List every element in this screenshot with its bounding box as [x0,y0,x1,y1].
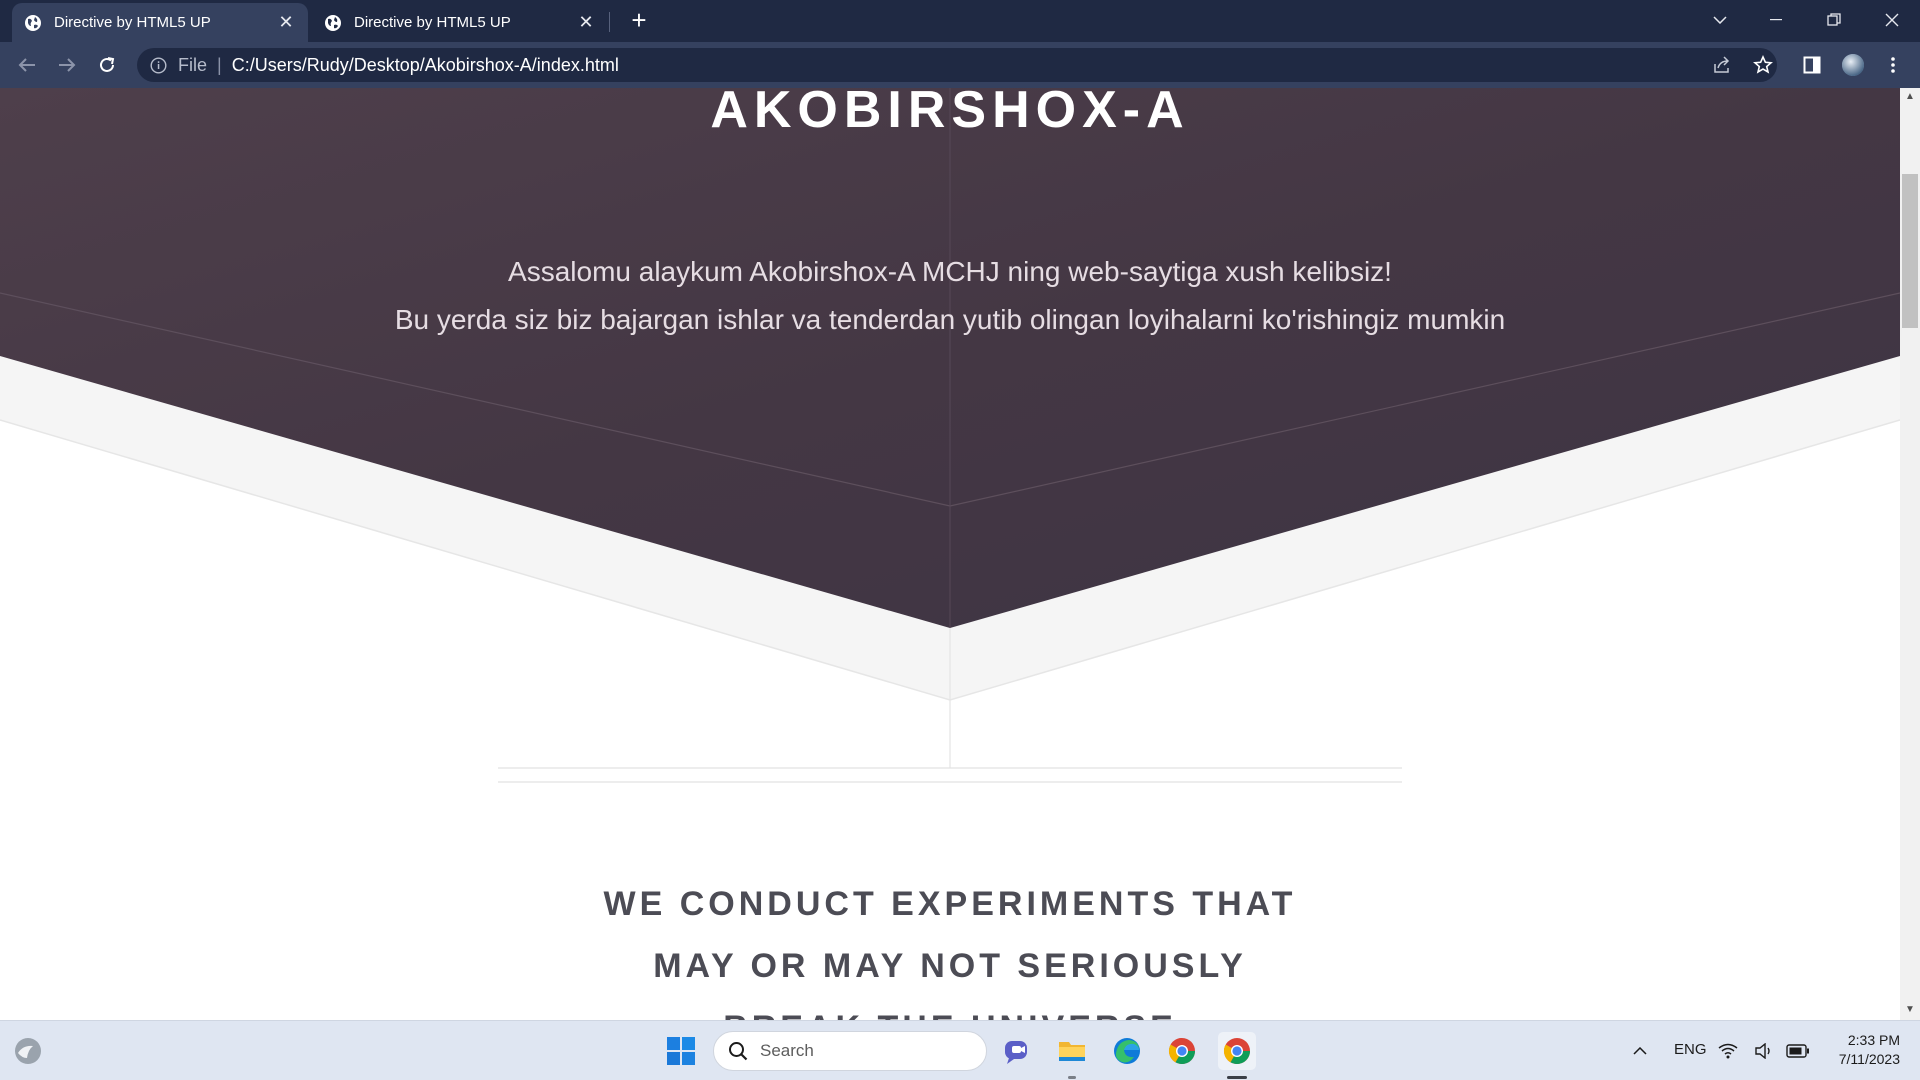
tab-title: Directive by HTML5 UP [354,14,511,31]
section-heading: WE CONDUCT EXPERIMENTS THAT MAY OR MAY N… [0,873,1900,1020]
info-icon[interactable] [150,56,167,74]
close-tab-icon[interactable]: ✕ [576,12,596,33]
close-window-button[interactable] [1864,0,1920,40]
more-menu-icon[interactable] [1878,50,1908,80]
bookmark-star-icon[interactable] [1748,50,1778,80]
scroll-down-arrow-icon[interactable]: ▼ [1905,1005,1915,1015]
page-viewport: AKOBIRSHOX-A Assalomu alaykum Akobirshox… [0,88,1900,1020]
url-separator: | [217,54,222,75]
globe-icon [25,14,41,31]
heading-line: MAY OR MAY NOT SERIOUSLY [653,947,1247,985]
system-clock[interactable]: 2:33 PM 7/11/2023 [1820,1031,1900,1069]
start-button[interactable] [662,1032,700,1070]
scheme-label: File [178,54,208,75]
subtitle-line: Assalomu alaykum Akobirshox-A MCHJ ning … [508,256,1392,287]
reload-button[interactable] [92,50,122,80]
active-indicator [1227,1076,1247,1079]
teams-chat-icon[interactable] [998,1032,1036,1070]
address-bar[interactable]: File | C:/Users/Rudy/Desktop/Akobirshox-… [137,48,1777,82]
profile-avatar-icon[interactable] [1838,50,1868,80]
site-title: AKOBIRSHOX-A [710,88,1190,139]
tab-strip: Directive by HTML5 UP ✕ Directive by HTM… [0,0,1920,42]
edge-icon[interactable] [1108,1032,1146,1070]
tab-search-chevron-icon[interactable] [1692,0,1748,40]
widgets-icon[interactable] [9,1032,47,1070]
file-explorer-icon[interactable] [1053,1032,1091,1070]
windows-taskbar: Search ENG 2:33 PM 7/11/2023 [0,1020,1920,1080]
taskbar-search[interactable]: Search [713,1031,987,1071]
side-panel-icon[interactable] [1797,50,1827,80]
back-button[interactable] [12,50,42,80]
minimize-button[interactable] [1748,0,1804,40]
heading-line: WE CONDUCT EXPERIMENTS THAT [603,885,1297,923]
clock-date: 7/11/2023 [1838,1051,1900,1067]
page-scrollbar[interactable]: ▲ ▼ [1900,88,1920,1020]
share-icon[interactable] [1707,50,1737,80]
subtitle-line: Bu yerda siz biz bajargan ishlar va tend… [394,304,1506,335]
new-tab-button[interactable]: + [624,6,654,36]
clock-time: 2:33 PM [1847,1032,1900,1048]
running-indicator [1068,1076,1076,1079]
search-placeholder: Search [760,1041,814,1060]
chevron-up-icon[interactable] [1621,1032,1659,1070]
tab-title: Directive by HTML5 UP [54,14,211,31]
search-icon [729,1042,748,1061]
scroll-thumb[interactable] [1902,174,1918,328]
tab-directive-1[interactable]: Directive by HTML5 UP ✕ [12,3,308,42]
heading-line: BREAK THE UNIVERSE [0,997,1900,1020]
tab-separator [609,12,610,32]
close-tab-icon[interactable]: ✕ [276,12,296,33]
site-subtitle: Assalomu alaykum Akobirshox-A MCHJ ning … [0,248,1900,344]
chrome-active-icon[interactable] [1218,1032,1256,1070]
scroll-up-arrow-icon[interactable]: ▲ [1905,92,1915,102]
browser-toolbar: File | C:/Users/Rudy/Desktop/Akobirshox-… [0,42,1920,88]
battery-icon[interactable] [1784,1032,1812,1070]
volume-icon[interactable] [1752,1032,1776,1070]
wifi-icon[interactable] [1716,1032,1740,1070]
globe-icon [325,14,341,31]
url-text[interactable]: C:/Users/Rudy/Desktop/Akobirshox-A/index… [232,55,619,76]
forward-button[interactable] [52,50,82,80]
chrome-icon[interactable] [1163,1032,1201,1070]
restore-button[interactable] [1806,0,1862,40]
tab-directive-2[interactable]: Directive by HTML5 UP ✕ [312,3,608,42]
language-indicator[interactable]: ENG [1674,1041,1707,1058]
